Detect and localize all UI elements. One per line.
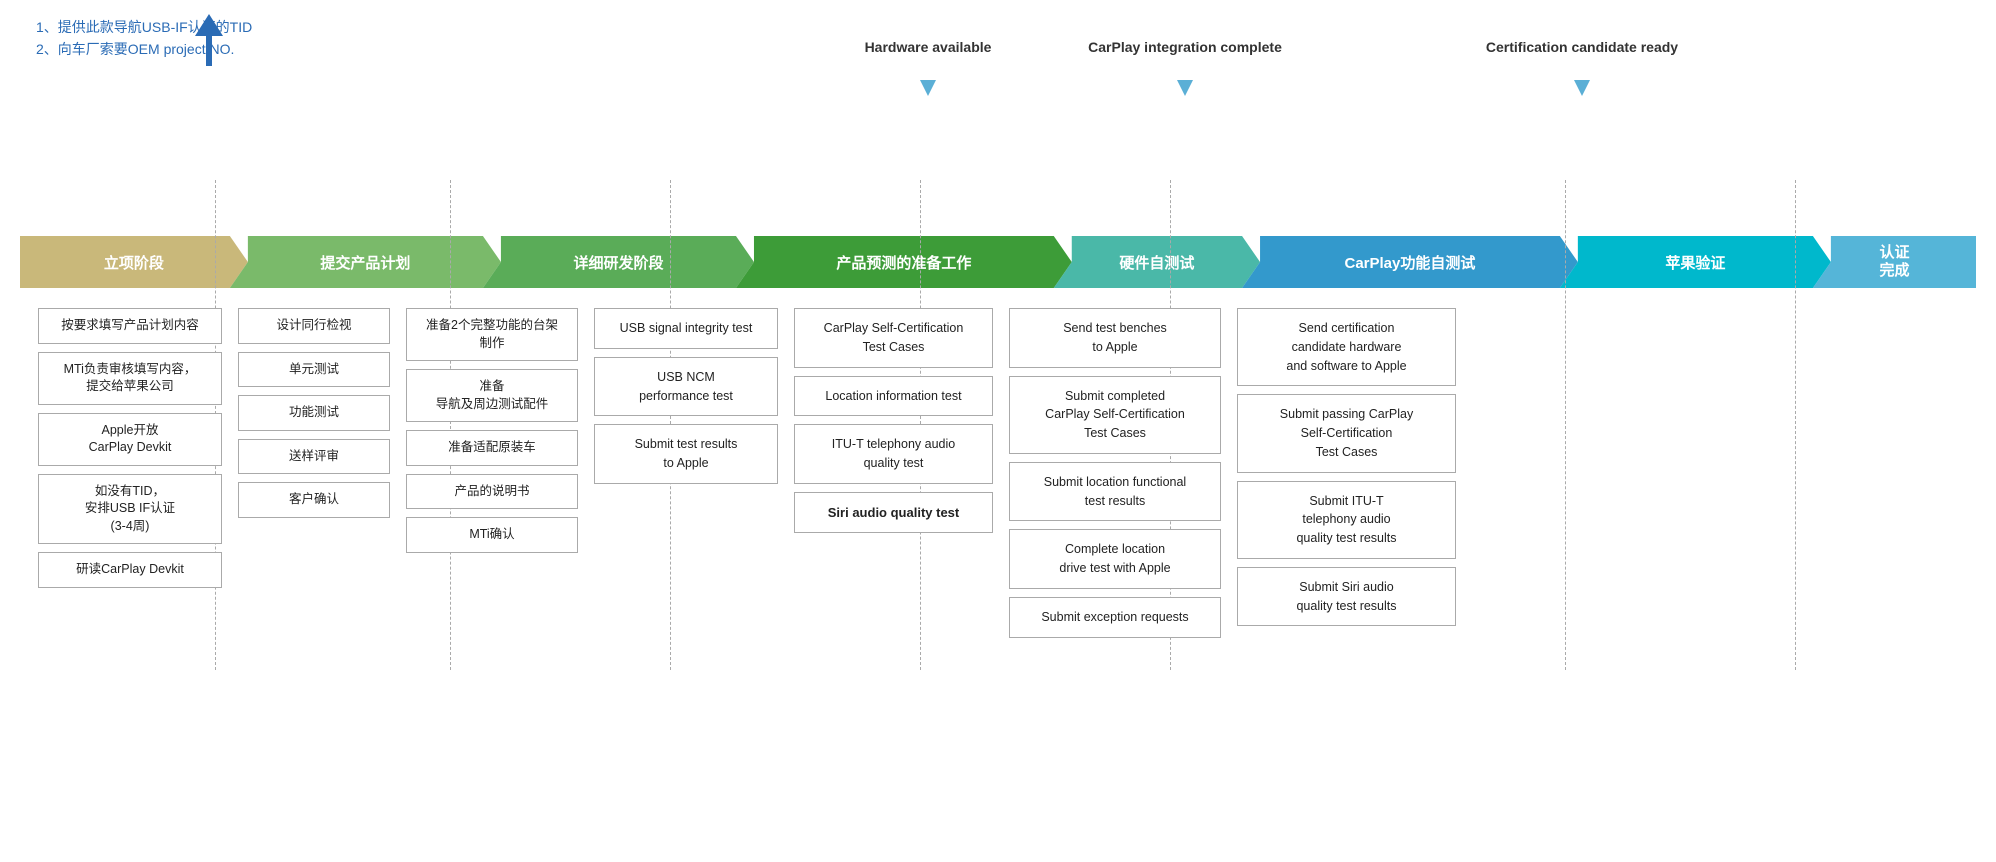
box-lx-1: 按要求填写产品计划内容 bbox=[38, 308, 222, 344]
box-cp-3: ITU-T telephony audioquality test bbox=[794, 424, 993, 484]
box-ct-4: Submit Siri audioquality test results bbox=[1237, 567, 1456, 627]
box-tj-2: 单元测试 bbox=[238, 352, 390, 388]
phase-banner: 立项阶段 提交产品计划 详细研发阶段 产品预测的准备工作 硬件自测试 CarPl… bbox=[20, 236, 1976, 288]
box-lx-3: Apple开放CarPlay Devkit bbox=[38, 413, 222, 466]
phase-xiangxi: 详细研发阶段 bbox=[483, 236, 754, 288]
phase-chuanbei: 产品预测的准备工作 bbox=[736, 236, 1072, 288]
dash-line-col5 bbox=[1565, 180, 1566, 670]
box-tj-4: 送样评审 bbox=[238, 439, 390, 475]
box-lx-4: 如没有TID，安排USB IF认证(3-4周) bbox=[38, 474, 222, 545]
column-hardware: USB signal integrity test USB NCMperform… bbox=[586, 308, 786, 484]
box-cp-1: CarPlay Self-CertificationTest Cases bbox=[794, 308, 993, 368]
phase-hardware: 硬件自测试 bbox=[1054, 236, 1260, 288]
box-hw-2: USB NCMperformance test bbox=[594, 357, 778, 417]
box-lx-5: 研读CarPlay Devkit bbox=[38, 552, 222, 588]
box-ap-3: Submit location functionaltest results bbox=[1009, 462, 1221, 522]
phase-done: 认证完成 bbox=[1813, 236, 1976, 288]
milestone-hardware-arrow bbox=[920, 80, 936, 96]
box-tj-1: 设计同行检视 bbox=[238, 308, 390, 344]
milestone-carplay-arrow bbox=[1177, 80, 1193, 96]
column-tijiao: 设计同行检视 单元测试 功能测试 送样评审 客户确认 bbox=[230, 308, 398, 518]
box-lx-2: MTi负责审核填写内容，提交给苹果公司 bbox=[38, 352, 222, 405]
box-tj-5: 客户确认 bbox=[238, 482, 390, 518]
box-ap-1: Send test benchesto Apple bbox=[1009, 308, 1221, 368]
box-ap-5: Submit exception requests bbox=[1009, 597, 1221, 638]
box-tj-3: 功能测试 bbox=[238, 395, 390, 431]
milestone-hardware: Hardware available bbox=[865, 38, 992, 56]
box-xx-4: 产品的说明书 bbox=[406, 474, 578, 510]
box-xx-5: MTi确认 bbox=[406, 517, 578, 553]
box-ct-3: Submit ITU-Ttelephony audioquality test … bbox=[1237, 481, 1456, 559]
box-xx-3: 准备适配原装车 bbox=[406, 430, 578, 466]
box-xx-2: 准备导航及周边测试配件 bbox=[406, 369, 578, 422]
milestone-cert-arrow bbox=[1574, 80, 1590, 96]
column-apple: Send test benchesto Apple Submit complet… bbox=[1001, 308, 1229, 638]
box-ap-4: Complete locationdrive test with Apple bbox=[1009, 529, 1221, 589]
box-hw-3: Submit test resultsto Apple bbox=[594, 424, 778, 484]
box-ct-1: Send certificationcandidate hardwareand … bbox=[1237, 308, 1456, 386]
phase-carplay: CarPlay功能自测试 bbox=[1242, 236, 1578, 288]
column-xiangxi: 准备2个完整功能的台架制作 准备导航及周边测试配件 准备适配原装车 产品的说明书… bbox=[398, 308, 586, 553]
milestone-carplay: CarPlay integration complete bbox=[1088, 38, 1282, 56]
box-xx-1: 准备2个完整功能的台架制作 bbox=[406, 308, 578, 361]
column-carplay: CarPlay Self-CertificationTest Cases Loc… bbox=[786, 308, 1001, 533]
phase-lixiang: 立项阶段 bbox=[20, 236, 248, 288]
dash-line-col6 bbox=[1795, 180, 1796, 670]
box-ap-2: Submit completedCarPlay Self-Certificati… bbox=[1009, 376, 1221, 454]
box-cp-4: Siri audio quality test bbox=[794, 492, 993, 534]
box-ct-2: Submit passing CarPlaySelf-Certification… bbox=[1237, 394, 1456, 472]
column-lixiang: 按要求填写产品计划内容 MTi负责审核填写内容，提交给苹果公司 Apple开放C… bbox=[30, 308, 230, 588]
box-hw-1: USB signal integrity test bbox=[594, 308, 778, 349]
milestone-cert: Certification candidate ready bbox=[1486, 38, 1678, 56]
phase-tijiao: 提交产品计划 bbox=[230, 236, 501, 288]
column-cert: Send certificationcandidate hardwareand … bbox=[1229, 308, 1464, 626]
phase-apple: 苹果验证 bbox=[1560, 236, 1831, 288]
content-area: 按要求填写产品计划内容 MTi负责审核填写内容，提交给苹果公司 Apple开放C… bbox=[20, 308, 1976, 638]
box-cp-2: Location information test bbox=[794, 376, 993, 417]
